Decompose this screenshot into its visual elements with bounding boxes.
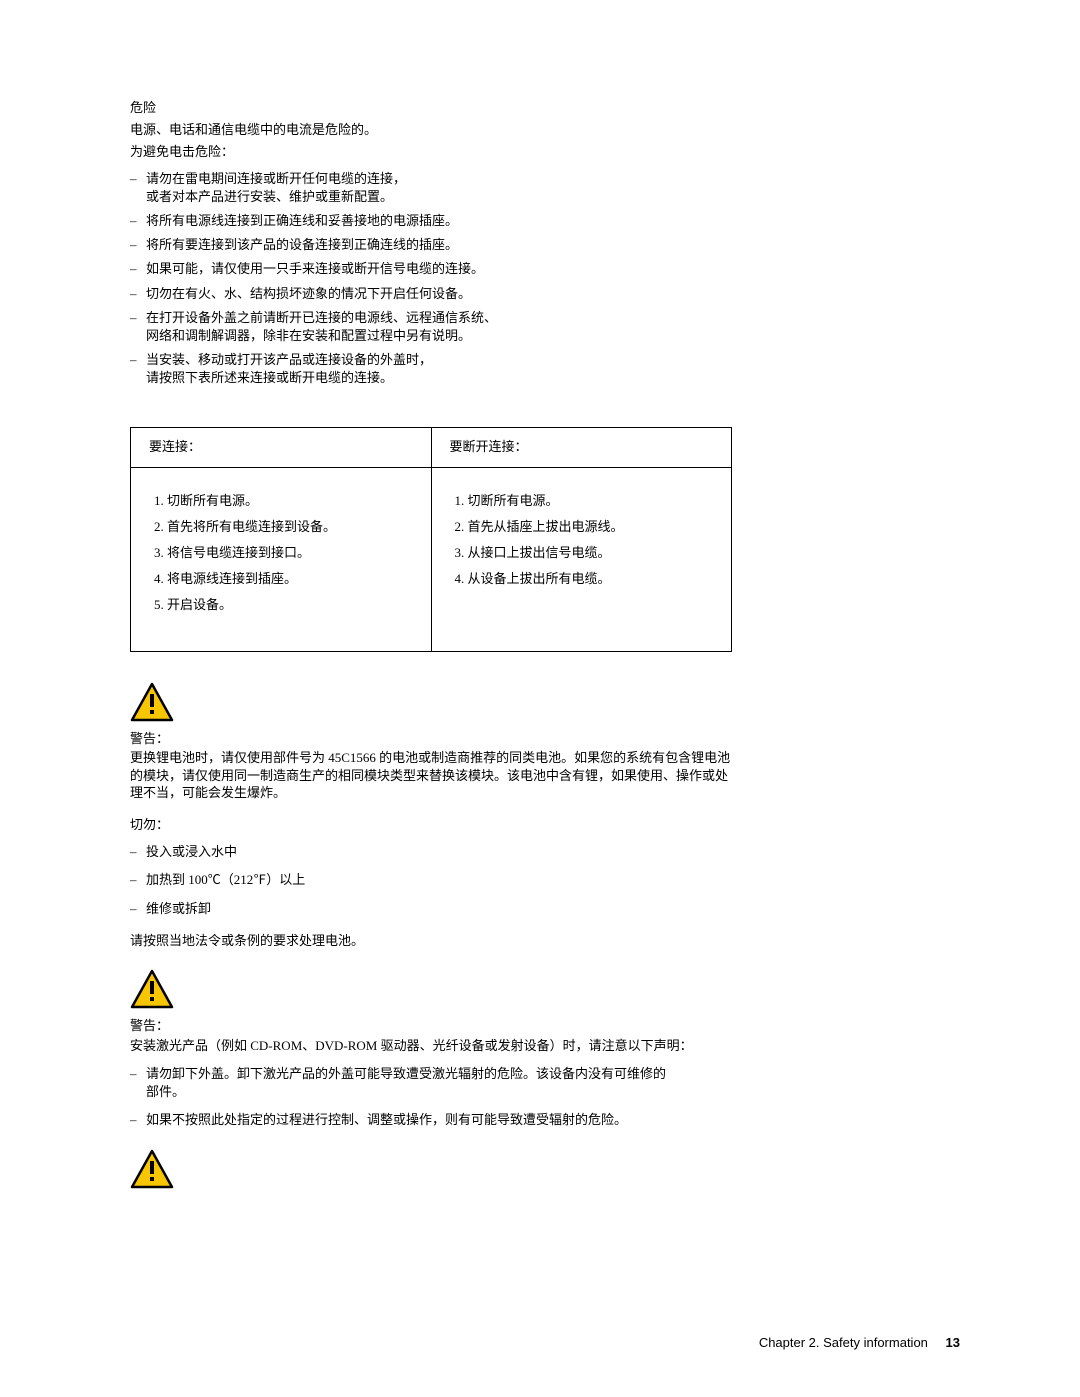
table-row: 从接口上拔出信号电缆。	[468, 544, 714, 562]
table-row: 切断所有电源。	[468, 492, 714, 510]
danger-line-2: 为避免电击危险：	[130, 143, 960, 161]
table-row: 首先将所有电缆连接到设备。	[167, 518, 413, 536]
table-row: 开启设备。	[167, 596, 413, 614]
table-head-connect: 要连接：	[131, 428, 432, 466]
table-head-disconnect: 要断开连接：	[432, 428, 732, 466]
danger-item: 如果可能，请仅使用一只手来连接或断开信号电缆的连接。	[146, 260, 484, 278]
table-col-connect: 切断所有电源。 首先将所有电缆连接到设备。 将信号电缆连接到接口。 将电源线连接…	[131, 468, 432, 651]
danger-title: 危险	[130, 99, 960, 117]
caution-label: 警告：	[130, 730, 740, 748]
caution-label: 警告：	[130, 1017, 740, 1035]
table-row: 首先从插座上拔出电源线。	[468, 518, 714, 536]
connect-disconnect-table: 要连接： 要断开连接： 切断所有电源。 首先将所有电缆连接到设备。 将信号电缆连…	[130, 427, 732, 651]
table-row: 从设备上拔出所有电缆。	[468, 570, 714, 588]
footer-chapter: Chapter 2. Safety information	[759, 1335, 928, 1350]
table-row: 将信号电缆连接到接口。	[167, 544, 413, 562]
caution-item: 请勿卸下外盖。卸下激光产品的外盖可能导致遭受激光辐射的危险。该设备内没有可维修的…	[146, 1065, 666, 1101]
caution-body: 安装激光产品（例如 CD-ROM、DVD-ROM 驱动器、光纤设备或发射设备）时…	[130, 1037, 740, 1055]
caution-laser: 警告： 安装激光产品（例如 CD-ROM、DVD-ROM 驱动器、光纤设备或发射…	[130, 1017, 960, 1129]
caution-battery: 警告： 更换锂电池时，请仅使用部件号为 45C1566 的电池或制造商推荐的同类…	[130, 730, 960, 950]
danger-list: –请勿在雷电期间连接或断开任何电缆的连接，或者对本产品进行安装、维护或重新配置。…	[130, 170, 960, 388]
caution-tail: 请按照当地法令或条例的要求处理电池。	[130, 932, 740, 950]
danger-block: 危险 电源、电话和通信电缆中的电流是危险的。 为避免电击危险： –请勿在雷电期间…	[130, 99, 960, 387]
caution-item: 投入或浸入水中	[146, 843, 237, 861]
danger-item: 在打开设备外盖之前请断开已连接的电源线、远程通信系统、网络和调制解调器，除非在安…	[146, 309, 497, 345]
danger-item: 将所有要连接到该产品的设备连接到正确连线的插座。	[146, 236, 458, 254]
danger-item: 当安装、移动或打开该产品或连接设备的外盖时，请按照下表所述来连接或断开电缆的连接…	[146, 351, 432, 387]
table-col-disconnect: 切断所有电源。 首先从插座上拔出电源线。 从接口上拔出信号电缆。 从设备上拔出所…	[432, 468, 732, 651]
danger-item: 将所有电源线连接到正确连线和妥善接地的电源插座。	[146, 212, 458, 230]
caution-item: 如果不按照此处指定的过程进行控制、调整或操作，则有可能导致遭受辐射的危险。	[146, 1111, 627, 1129]
caution-never: 切勿：	[130, 816, 740, 834]
danger-line-1: 电源、电话和通信电缆中的电流是危险的。	[130, 121, 960, 139]
footer-page-number: 13	[946, 1335, 960, 1350]
warning-triangle-icon	[130, 969, 174, 1009]
danger-item: 切勿在有火、水、结构损坏迹象的情况下开启任何设备。	[146, 285, 471, 303]
warning-triangle-icon	[130, 1149, 174, 1189]
page-footer: Chapter 2. Safety information 13	[759, 1334, 960, 1352]
caution-item: 维修或拆卸	[146, 900, 211, 918]
table-row: 将电源线连接到插座。	[167, 570, 413, 588]
caution-body: 更换锂电池时，请仅使用部件号为 45C1566 的电池或制造商推荐的同类电池。如…	[130, 749, 740, 802]
danger-item: 请勿在雷电期间连接或断开任何电缆的连接，或者对本产品进行安装、维护或重新配置。	[146, 170, 406, 206]
caution-item: 加热到 100℃（212℉）以上	[146, 871, 305, 889]
warning-triangle-icon	[130, 682, 174, 722]
table-row: 切断所有电源。	[167, 492, 413, 510]
